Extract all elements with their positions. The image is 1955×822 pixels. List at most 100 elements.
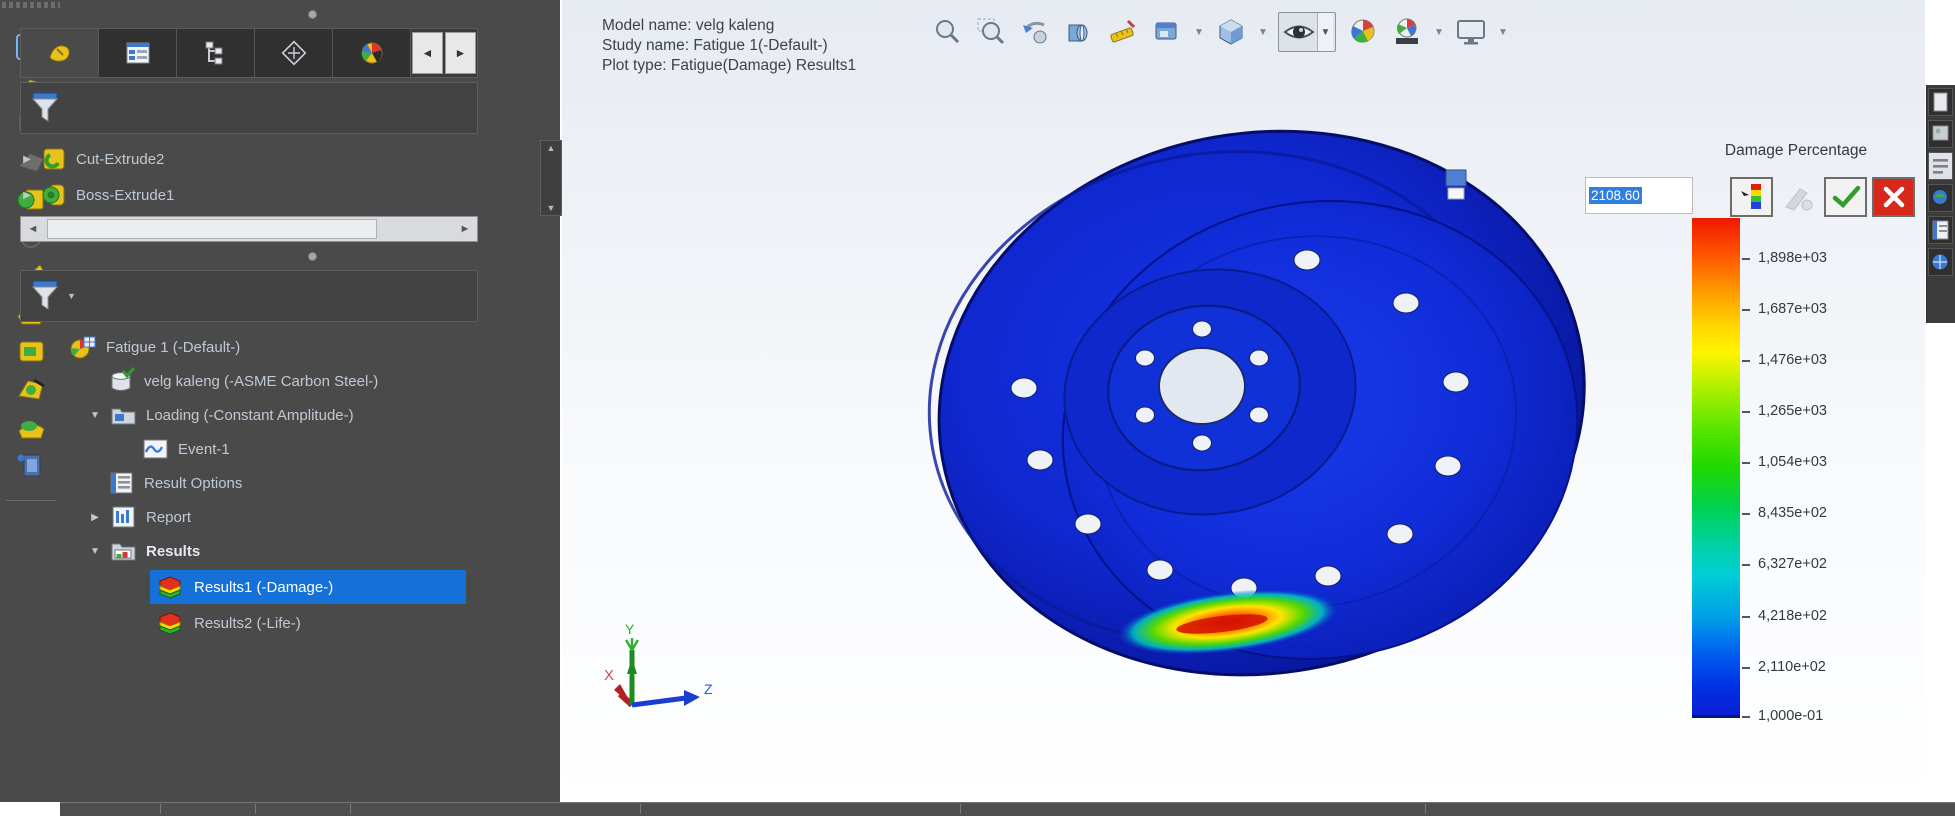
dropdown-icon[interactable]: ▼ (1498, 27, 1508, 38)
chevron-down-icon[interactable]: ▼ (88, 546, 102, 557)
linear-pattern-icon[interactable] (10, 448, 52, 482)
tree-item-loading[interactable]: ▼ Loading (-Constant Amplitude-) (88, 398, 546, 432)
heads-up-toolbar: ▼ ▼ ▼ ▼ ▼ (930, 12, 1508, 52)
scroll-up-icon[interactable]: ▲ (547, 143, 556, 153)
toolbar-divider (6, 500, 56, 501)
hscroll-thumb[interactable] (47, 219, 377, 239)
triad-y-label: Y (625, 621, 635, 637)
tree-item-part[interactable]: velg kaleng (-ASME Carbon Steel-) (106, 364, 546, 398)
eye-icon (1281, 17, 1317, 47)
tree-item-report[interactable]: ▶ Report (88, 500, 518, 534)
task-pane-properties-icon[interactable] (1928, 216, 1953, 244)
cancel-button[interactable] (1872, 177, 1915, 217)
tree-item-boss-extrude1[interactable]: ▶ Boss-Extrude1 (20, 178, 478, 212)
legend-tick-label: 1,000e-01 (1758, 708, 1898, 724)
tree-item-result-options[interactable]: Result Options (106, 466, 536, 500)
task-pane-forum-icon[interactable] (1928, 248, 1953, 276)
shell-icon[interactable] (10, 410, 52, 444)
tab-scroll-right-button[interactable]: ► (445, 32, 476, 74)
event-icon (140, 435, 170, 463)
feature-tree-vscrollbar[interactable]: ▲ ▼ (540, 140, 562, 216)
tab-dimxpertmanager[interactable] (255, 29, 333, 77)
task-pane-explorer-icon[interactable] (1928, 184, 1953, 212)
task-pane-library-icon[interactable] (1928, 120, 1953, 148)
status-divider (160, 804, 161, 814)
zoom-to-fit-icon[interactable] (930, 15, 964, 49)
viewport-note-icon[interactable] (1444, 168, 1468, 202)
model-name-line: Model name: velg kaleng (602, 16, 856, 36)
legend-tick-label: 1,265e+03 (1758, 403, 1898, 419)
status-bar (60, 802, 1955, 816)
plot-type-line: Plot type: Fatigue(Damage) Results1 (602, 56, 856, 76)
legend-tick-label: 1,898e+03 (1758, 250, 1898, 266)
legend-tick (1742, 309, 1750, 311)
results-folder-icon (108, 537, 138, 565)
section-view-icon[interactable] (1062, 15, 1096, 49)
probe-disabled-icon (1780, 181, 1818, 215)
tree-item-label: velg kaleng (-ASME Carbon Steel-) (144, 373, 378, 390)
chevron-right-icon[interactable]: ▶ (20, 190, 34, 201)
status-divider (350, 804, 351, 814)
task-pane-active-tab[interactable] (1928, 152, 1953, 180)
arrow-right-icon: ► (455, 46, 467, 60)
feature-tree-filter[interactable] (20, 82, 478, 134)
chevron-right-icon[interactable]: ▶ (88, 512, 102, 523)
feature-tree-hscrollbar[interactable]: ◄ ► (20, 216, 478, 242)
tree-item-label: Results1 (-Damage-) (194, 579, 333, 596)
legend-tick-label: 6,327e+02 (1758, 556, 1898, 572)
chevron-right-icon[interactable]: ▶ (20, 154, 34, 165)
tree-item-event1[interactable]: Event-1 (140, 432, 540, 466)
legend-tick (1742, 667, 1750, 669)
legend-color-bar (1692, 218, 1740, 718)
study-tree-filter[interactable]: ▼ (20, 270, 478, 322)
tree-splitter-grip[interactable] (308, 252, 317, 261)
tree-item-label: Loading (-Constant Amplitude-) (146, 407, 354, 424)
previous-view-icon[interactable] (1018, 15, 1052, 49)
measure-icon[interactable] (1106, 15, 1140, 49)
zoom-to-area-icon[interactable] (974, 15, 1008, 49)
tab-displaymanager[interactable] (333, 29, 411, 77)
accept-button[interactable] (1824, 177, 1867, 217)
dropdown-icon[interactable]: ▼ (1258, 27, 1268, 38)
color-scale-button[interactable] (1730, 177, 1773, 217)
dropdown-icon[interactable]: ▼ (1434, 27, 1444, 38)
chevron-down-icon[interactable]: ▼ (88, 410, 102, 421)
tab-configurationmanager[interactable] (177, 29, 255, 77)
legend-max-input[interactable]: 2108.60 (1585, 177, 1693, 214)
tree-item-results1-selected[interactable]: Results1 (-Damage-) (150, 570, 466, 604)
tree-item-label: Boss-Extrude1 (76, 187, 174, 204)
status-divider (960, 804, 961, 814)
scroll-left-icon[interactable]: ◄ (21, 217, 45, 241)
tree-item-fatigue-study[interactable]: Fatigue 1 (-Default-) (68, 330, 538, 364)
edit-appearance-icon[interactable] (1346, 15, 1380, 49)
tree-item-results2[interactable]: Results2 (-Life-) (150, 606, 466, 640)
status-divider (255, 804, 256, 814)
fillet-icon[interactable] (10, 334, 52, 368)
wheel-model[interactable] (892, 110, 1632, 730)
tab-scroll-left-button[interactable]: ◄ (412, 32, 443, 74)
filter-dropdown-icon[interactable]: ▼ (67, 291, 76, 301)
tree-item-label: Results (146, 543, 200, 560)
display-style-icon[interactable] (1214, 15, 1248, 49)
legend-tick (1742, 513, 1750, 515)
filter-icon (29, 277, 63, 315)
legend-tick-label: 1,476e+03 (1758, 352, 1898, 368)
dropdown-icon[interactable]: ▼ (1317, 13, 1333, 51)
tab-featuremanager[interactable] (21, 29, 99, 77)
apply-scene-icon[interactable] (1390, 15, 1424, 49)
legend-max-value: 2108.60 (1589, 187, 1642, 204)
view-orientation-icon[interactable] (1150, 15, 1184, 49)
scroll-down-icon[interactable]: ▼ (547, 203, 556, 213)
chamfer-icon[interactable] (10, 372, 52, 406)
toolbar-grip[interactable] (2, 2, 60, 8)
hide-show-items-pressed[interactable]: ▼ (1278, 12, 1336, 52)
view-settings-icon[interactable] (1454, 15, 1488, 49)
damage-plot-icon (154, 573, 186, 601)
scroll-right-icon[interactable]: ► (453, 217, 477, 241)
panel-splitter-grip[interactable] (308, 10, 317, 19)
tree-item-cut-extrude2[interactable]: ▶ Cut-Extrude2 (20, 142, 478, 176)
tree-item-results-folder[interactable]: ▼ Results (88, 534, 518, 568)
dropdown-icon[interactable]: ▼ (1194, 27, 1204, 38)
task-pane-resources-icon[interactable] (1928, 88, 1953, 116)
tab-propertymanager[interactable] (99, 29, 177, 77)
